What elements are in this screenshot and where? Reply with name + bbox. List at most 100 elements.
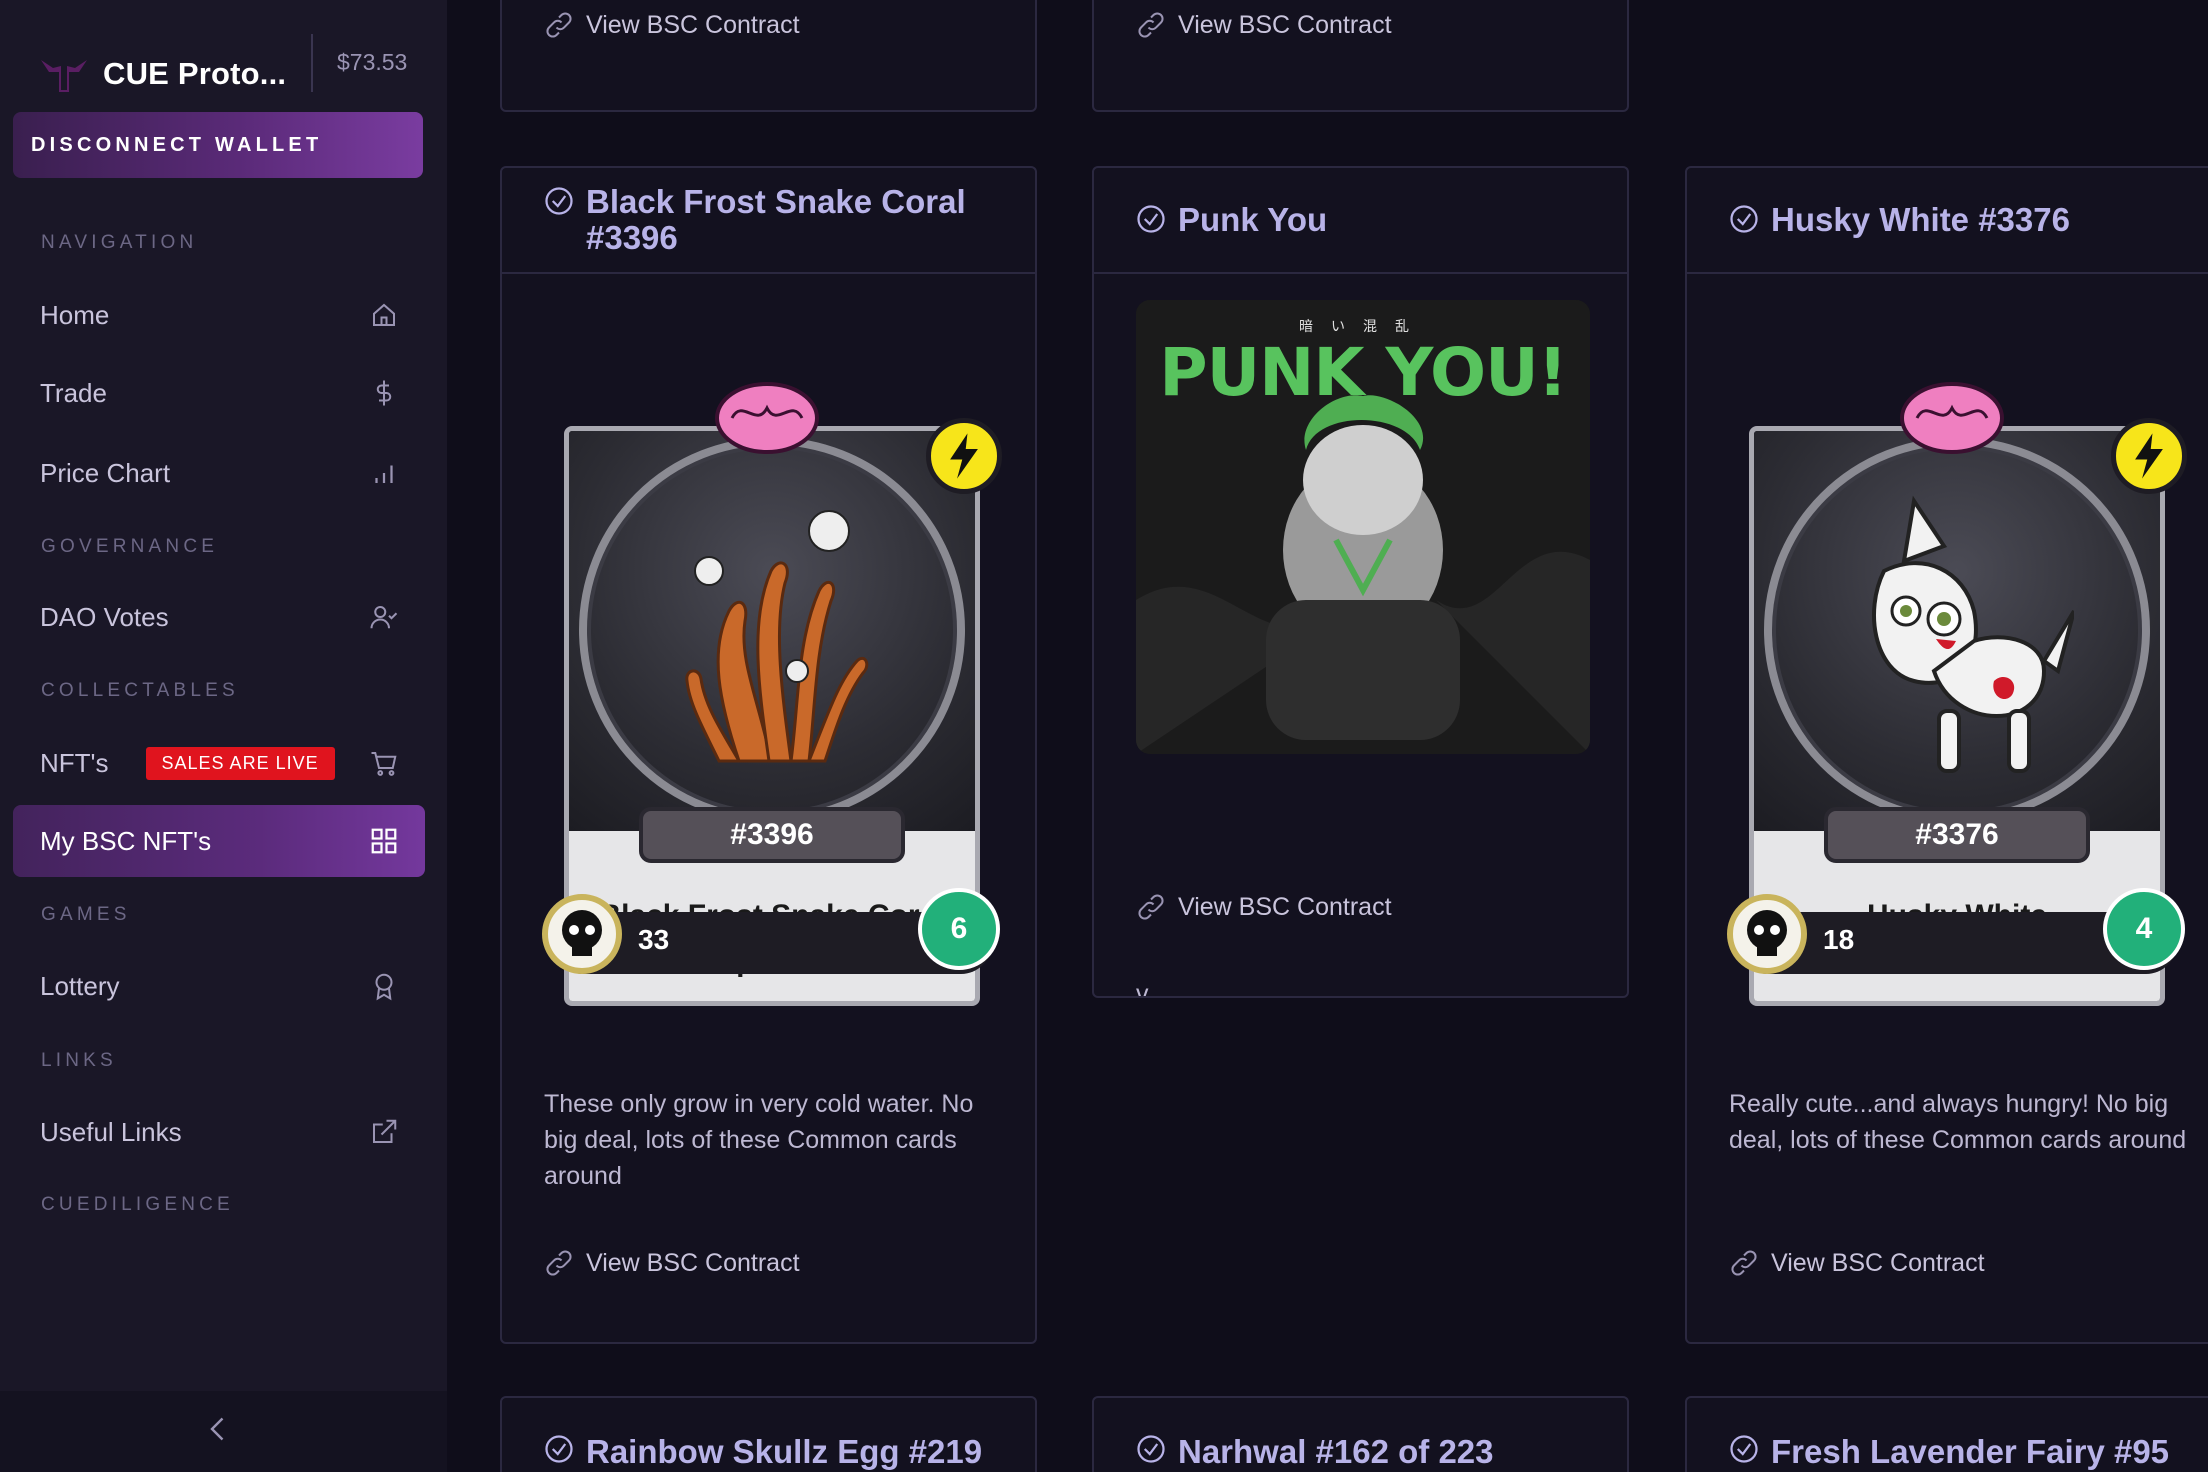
sidebar-item-label: My BSC NFT's bbox=[40, 825, 212, 856]
link-label: View BSC Contract bbox=[1178, 10, 1392, 39]
lightning-icon bbox=[2111, 418, 2187, 494]
chevron-left-icon[interactable] bbox=[200, 1411, 236, 1447]
nft-card: Punk You 暗い混乱 PUNK YOU! v View BSC Contr… bbox=[1092, 166, 1629, 998]
card-title: Rainbow Skullz Egg #219 bbox=[586, 1433, 983, 1470]
grid-icon bbox=[371, 828, 397, 854]
card-title: Husky White #3376 bbox=[1771, 201, 2070, 238]
sidebar-item-my-bsc-nfts[interactable]: My BSC NFT's bbox=[13, 805, 425, 877]
disconnect-wallet-button[interactable]: DISCONNECT WALLET bbox=[13, 112, 423, 178]
sidebar-item-label: NFT's bbox=[40, 747, 109, 778]
card-art-background bbox=[569, 431, 975, 831]
brain-icon bbox=[715, 382, 819, 454]
card-description: These only grow in very cold water. No b… bbox=[544, 1090, 974, 1190]
punk-you-artwork: 暗い混乱 PUNK YOU! bbox=[1136, 300, 1590, 754]
nft-card: Rainbow Skullz Egg #219 bbox=[500, 1396, 1037, 1472]
sidebar-item-label: Useful Links bbox=[40, 1116, 182, 1147]
section-navigation: NAVIGATION bbox=[41, 232, 198, 253]
sidebar: CUE Proto... $73.53 DISCONNECT WALLET NA… bbox=[0, 0, 447, 1472]
nft-card: Black Frost Snake Coral #3396 #3396 33 6… bbox=[500, 166, 1037, 1344]
card-title: Narhwal #162 of 223 bbox=[1178, 1433, 1494, 1470]
check-circle-icon bbox=[1137, 1435, 1165, 1463]
view-contract-link[interactable]: View BSC Contract bbox=[544, 10, 800, 40]
nft-card: Fresh Lavender Fairy #95 bbox=[1685, 1396, 2208, 1472]
section-links: LINKS bbox=[41, 1050, 117, 1071]
check-circle-icon bbox=[1137, 205, 1165, 233]
sidebar-item-label: Trade bbox=[40, 377, 107, 408]
card-header: Punk You bbox=[1094, 168, 1627, 274]
card-title: Fresh Lavender Fairy #95 bbox=[1771, 1433, 2170, 1470]
card-rank-badge: 4 bbox=[2103, 888, 2185, 970]
view-contract-link[interactable]: View BSC Contract bbox=[544, 1248, 800, 1278]
view-contract-link[interactable]: View BSC Contract bbox=[1729, 1248, 1985, 1278]
user-check-icon bbox=[370, 606, 398, 629]
check-circle-icon bbox=[1730, 1435, 1758, 1463]
nft-card-partial-top-middle: View BSC Contract bbox=[1092, 0, 1629, 112]
card-description: v bbox=[1136, 980, 1149, 998]
card-number: #3396 bbox=[639, 807, 905, 863]
sidebar-item-trade[interactable]: Trade bbox=[13, 357, 425, 429]
sidebar-item-dao-votes[interactable]: DAO Votes bbox=[13, 581, 425, 653]
nft-card-partial-top-left: View BSC Contract bbox=[500, 0, 1037, 112]
dollar-icon bbox=[376, 380, 392, 406]
card-description: Really cute...and always hungry! No big … bbox=[1729, 1090, 2187, 1154]
trading-card-art: #3376 Husky White Classic 1 18 4 bbox=[1727, 318, 2187, 1008]
card-header: Fresh Lavender Fairy #95 bbox=[1687, 1398, 2208, 1472]
skull-icon bbox=[542, 894, 622, 974]
nft-grid: View BSC Contract View BSC Contract Blac… bbox=[447, 0, 2208, 1472]
link-icon bbox=[546, 12, 572, 38]
external-link-icon bbox=[373, 1119, 397, 1143]
card-power: 33 bbox=[638, 924, 670, 955]
trading-card-art: #3396 Black Frost Snake Coral Aquatic 1 … bbox=[542, 318, 1002, 1008]
link-icon bbox=[1138, 894, 1164, 920]
card-title: Black Frost Snake Coral #3396 bbox=[586, 183, 966, 256]
sidebar-item-label: Home bbox=[40, 299, 110, 330]
check-circle-icon bbox=[1730, 205, 1758, 233]
sales-live-badge: SALES ARE LIVE bbox=[145, 746, 335, 780]
link-label: View BSC Contract bbox=[1771, 1248, 1985, 1277]
card-header: Husky White #3376 bbox=[1687, 168, 2208, 274]
sidebar-item-home[interactable]: Home bbox=[13, 279, 425, 351]
sidebar-item-label: Price Chart bbox=[40, 457, 171, 488]
link-icon bbox=[1731, 1250, 1757, 1276]
section-games: GAMES bbox=[41, 904, 131, 925]
link-label: View BSC Contract bbox=[586, 10, 800, 39]
sidebar-item-price-chart[interactable]: Price Chart bbox=[13, 437, 425, 509]
sidebar-item-label: Lottery bbox=[40, 970, 120, 1001]
link-label: View BSC Contract bbox=[586, 1248, 800, 1277]
punk-art-subtitle: 暗い混乱 bbox=[1299, 318, 1427, 334]
card-title: Punk You bbox=[1178, 201, 1328, 238]
brand[interactable]: CUE Proto... $73.53 bbox=[39, 34, 419, 114]
sidebar-item-useful-links[interactable]: Useful Links bbox=[13, 1096, 425, 1168]
punk-art-title: PUNK YOU! bbox=[1159, 334, 1568, 411]
skull-icon bbox=[1727, 894, 1807, 974]
cart-icon bbox=[371, 752, 397, 776]
card-header: Rainbow Skullz Egg #219 bbox=[502, 1398, 1035, 1472]
sidebar-footer bbox=[0, 1391, 447, 1472]
card-header: Black Frost Snake Coral #3396 bbox=[502, 168, 1035, 274]
card-header: Narhwal #162 of 223 bbox=[1094, 1398, 1627, 1472]
view-contract-link[interactable]: View BSC Contract bbox=[1136, 10, 1392, 40]
nft-card: Narhwal #162 of 223 bbox=[1092, 1396, 1629, 1472]
view-contract-link[interactable]: View BSC Contract bbox=[1136, 892, 1392, 922]
lightning-icon bbox=[926, 418, 1002, 494]
nft-card: Husky White #3376 #3376 18 4 Really cute… bbox=[1685, 166, 2208, 1344]
check-circle-icon bbox=[545, 187, 573, 215]
card-power: 18 bbox=[1823, 924, 1855, 955]
home-icon bbox=[373, 303, 395, 326]
link-label: View BSC Contract bbox=[1178, 892, 1392, 921]
section-cuediligence: CUEDILIGENCE bbox=[41, 1194, 234, 1215]
check-circle-icon bbox=[545, 1435, 573, 1463]
section-collectables: COLLECTABLES bbox=[41, 680, 239, 701]
brain-icon bbox=[1900, 382, 2004, 454]
card-number: #3376 bbox=[1824, 807, 2090, 863]
token-price: $73.53 bbox=[337, 49, 408, 75]
brand-name: CUE Proto... bbox=[103, 56, 287, 91]
sidebar-item-lottery[interactable]: Lottery bbox=[13, 950, 425, 1022]
bull-logo-icon bbox=[41, 60, 87, 92]
card-art-background bbox=[1754, 431, 2160, 831]
sidebar-item-label: DAO Votes bbox=[40, 601, 169, 632]
sidebar-item-nfts[interactable]: NFT's SALES ARE LIVE bbox=[13, 727, 425, 799]
link-icon bbox=[546, 1250, 572, 1276]
link-icon bbox=[1138, 12, 1164, 38]
card-rank-badge: 6 bbox=[918, 888, 1000, 970]
